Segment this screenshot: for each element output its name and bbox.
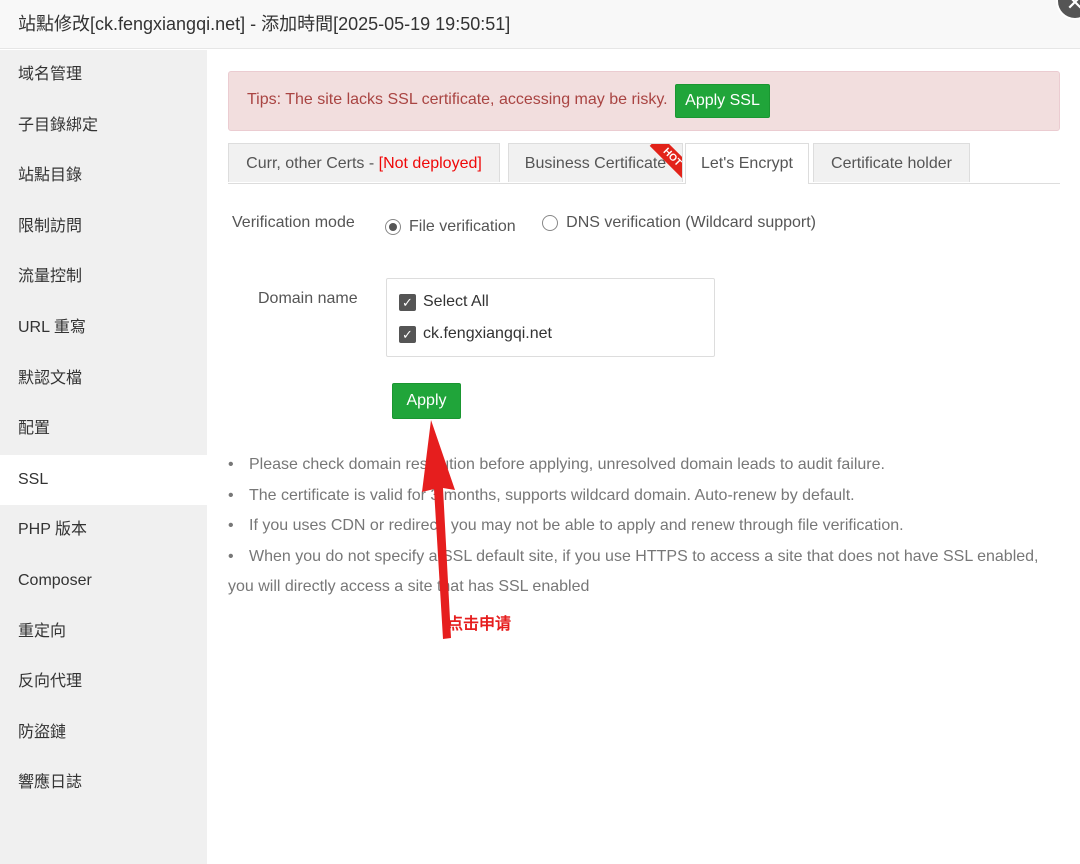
bullet: • bbox=[228, 456, 234, 473]
select-all-checkbox[interactable]: ✓ Select All bbox=[399, 293, 489, 311]
sidebar-item-hotlink-protection[interactable]: 防盜鏈 bbox=[0, 708, 207, 759]
sidebar-item-label: 站點目錄 bbox=[18, 167, 83, 185]
sidebar-item-redirect[interactable]: 重定向 bbox=[0, 607, 207, 658]
radio-unchecked-icon bbox=[542, 215, 559, 231]
radio-label: File verification bbox=[409, 218, 516, 235]
sidebar-item-response-log[interactable]: 響應日誌 bbox=[0, 758, 207, 809]
checkbox-checked-icon: ✓ bbox=[399, 293, 416, 311]
sidebar-item-ssl[interactable]: SSL bbox=[0, 454, 207, 506]
note-item: • If you uses CDN or redirect, you may no… bbox=[228, 511, 1060, 542]
sidebar-item-label: PHP 版本 bbox=[18, 521, 88, 539]
deploy-status: [Not deployed] bbox=[378, 155, 482, 172]
sidebar-item-label: 配置 bbox=[18, 420, 51, 438]
sidebar-item-label: SSL bbox=[18, 470, 49, 488]
sidebar-item-traffic-control[interactable]: 流量控制 bbox=[0, 252, 207, 303]
sidebar-item-php-version[interactable]: PHP 版本 bbox=[0, 505, 207, 556]
sidebar-item-label: 響應日誌 bbox=[18, 774, 83, 792]
sidebar-item-label: 流量控制 bbox=[18, 268, 83, 286]
sidebar-item-label: 防盜鏈 bbox=[18, 723, 67, 741]
sidebar-item-access-restriction[interactable]: 限制訪問 bbox=[0, 202, 207, 253]
note-text: Please check domain resolution before ap… bbox=[249, 456, 885, 473]
tab-label: Let's Encrypt bbox=[701, 155, 793, 172]
apply-ssl-button[interactable]: Apply SSL bbox=[675, 84, 770, 118]
sidebar-item-label: 重定向 bbox=[18, 622, 67, 640]
verification-mode-label: Verification mode bbox=[232, 214, 355, 231]
tab-lets-encrypt[interactable]: Let's Encrypt bbox=[685, 143, 809, 184]
dns-verification-radio[interactable]: DNS verification (Wildcard support) bbox=[542, 214, 816, 232]
checkbox-checked-icon: ✓ bbox=[399, 325, 416, 343]
tab-certificate-holder[interactable]: Certificate holder bbox=[813, 143, 970, 182]
sidebar: 域名管理 子目錄綁定 站點目錄 限制訪問 流量控制 URL 重寫 默認文檔 配置… bbox=[0, 50, 207, 864]
tab-business-certificate[interactable]: Business Certificate HOT bbox=[508, 143, 683, 182]
verification-mode-options: File verification DNS verification (Wild… bbox=[385, 214, 838, 236]
domain-list: ✓ Select All ✓ ck.fengxiangqi.net bbox=[386, 278, 715, 357]
note-text: If you uses CDN or redirect, you may not… bbox=[249, 517, 904, 534]
tab-current-certs[interactable]: Curr, other Certs - [Not deployed] bbox=[228, 143, 500, 182]
certificate-tabs: Curr, other Certs - [Not deployed] Busin… bbox=[228, 143, 1060, 184]
window-title: 站點修改[ck.fengxiangqi.net] - 添加時間[2025-05-… bbox=[18, 14, 511, 34]
sidebar-item-configuration[interactable]: 配置 bbox=[0, 404, 207, 455]
domain-checkbox[interactable]: ✓ ck.fengxiangqi.net bbox=[399, 325, 552, 343]
help-notes: • Please check domain resolution before a… bbox=[228, 450, 1060, 603]
sidebar-item-default-document[interactable]: 默認文檔 bbox=[0, 354, 207, 405]
tab-label: Curr, other Certs - bbox=[246, 155, 379, 172]
sidebar-item-subdirectory-binding[interactable]: 子目錄綁定 bbox=[0, 101, 207, 152]
checkbox-label: Select All bbox=[423, 293, 489, 310]
bullet: • bbox=[228, 517, 234, 534]
bullet: • bbox=[228, 547, 234, 565]
bullet: • bbox=[228, 486, 234, 504]
note-item: • When you do not specify a SSL default s… bbox=[228, 542, 1060, 603]
sidebar-item-label: URL 重寫 bbox=[18, 318, 86, 336]
sidebar-item-domain-management[interactable]: 域名管理 bbox=[0, 50, 207, 101]
radio-label: DNS verification (Wildcard support) bbox=[566, 214, 817, 231]
sidebar-item-label: 默認文檔 bbox=[18, 369, 83, 387]
annotation-text: 点击申请 bbox=[447, 616, 512, 633]
checkbox-label: ck.fengxiangqi.net bbox=[423, 325, 552, 342]
ssl-warning-alert: Tips: The site lacks SSL certificate, ac… bbox=[228, 71, 1060, 131]
note-text: When you do not specify a SSL default si… bbox=[228, 547, 1039, 596]
file-verification-radio[interactable]: File verification bbox=[385, 218, 516, 236]
ssl-panel: Tips: The site lacks SSL certificate, ac… bbox=[207, 50, 1080, 864]
domain-name-label: Domain name bbox=[258, 290, 358, 307]
close-icon: ✕ bbox=[1065, 0, 1080, 15]
sidebar-item-label: 限制訪問 bbox=[18, 217, 83, 235]
sidebar-item-label: 域名管理 bbox=[18, 66, 83, 83]
sidebar-item-reverse-proxy[interactable]: 反向代理 bbox=[0, 657, 207, 708]
tab-label: Certificate holder bbox=[831, 155, 952, 172]
note-item: • The certificate is valid for 3 months, … bbox=[228, 481, 1060, 512]
note-text: The certificate is valid for 3 months, s… bbox=[249, 486, 855, 504]
tab-label: Business Certificate bbox=[524, 155, 667, 172]
radio-checked-icon bbox=[385, 219, 401, 235]
sidebar-item-label: 子目錄綁定 bbox=[18, 116, 99, 134]
sidebar-item-label: 反向代理 bbox=[18, 673, 83, 691]
sidebar-item-site-directory[interactable]: 站點目錄 bbox=[0, 151, 207, 202]
sidebar-item-label: Composer bbox=[18, 571, 92, 589]
window-titlebar: 站點修改[ck.fengxiangqi.net] - 添加時間[2025-05-… bbox=[0, 0, 1080, 49]
sidebar-item-url-rewrite[interactable]: URL 重寫 bbox=[0, 303, 207, 354]
sidebar-item-composer[interactable]: Composer bbox=[0, 556, 207, 607]
note-item: • Please check domain resolution before a… bbox=[228, 450, 1060, 481]
alert-text: Tips: The site lacks SSL certificate, ac… bbox=[247, 91, 668, 108]
